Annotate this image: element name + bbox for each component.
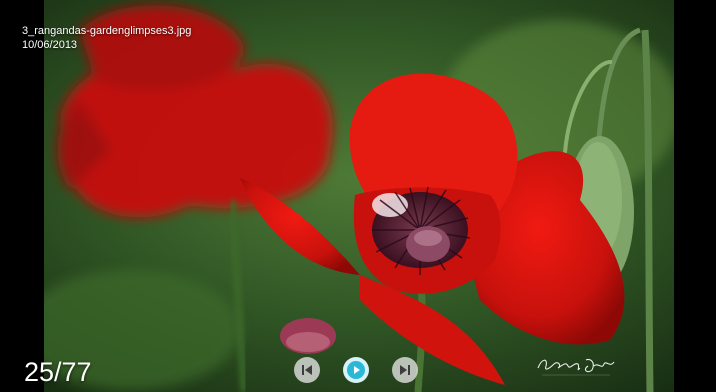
letterbox-right [674,0,716,392]
skip-previous-icon [302,365,312,375]
poppy-photo [0,0,716,392]
next-button[interactable] [392,357,418,383]
photo-filename: 3_rangandas-gardenglimpses3.jpg [22,25,192,37]
photo-date: 10/06/2013 [22,39,78,51]
play-icon [347,361,365,379]
play-button[interactable] [343,357,369,383]
playback-controls [294,357,420,385]
letterbox-left [0,0,44,392]
slideshow-viewer[interactable]: 3_rangandas-gardenglimpses3.jpg 10/06/20… [0,0,716,392]
previous-button[interactable] [294,357,320,383]
photographer-signature [537,358,615,376]
slide-counter: 25/77 [24,357,92,387]
skip-next-icon [400,365,410,375]
photo-info: 3_rangandas-gardenglimpses3.jpg 10/06/20… [22,24,191,52]
